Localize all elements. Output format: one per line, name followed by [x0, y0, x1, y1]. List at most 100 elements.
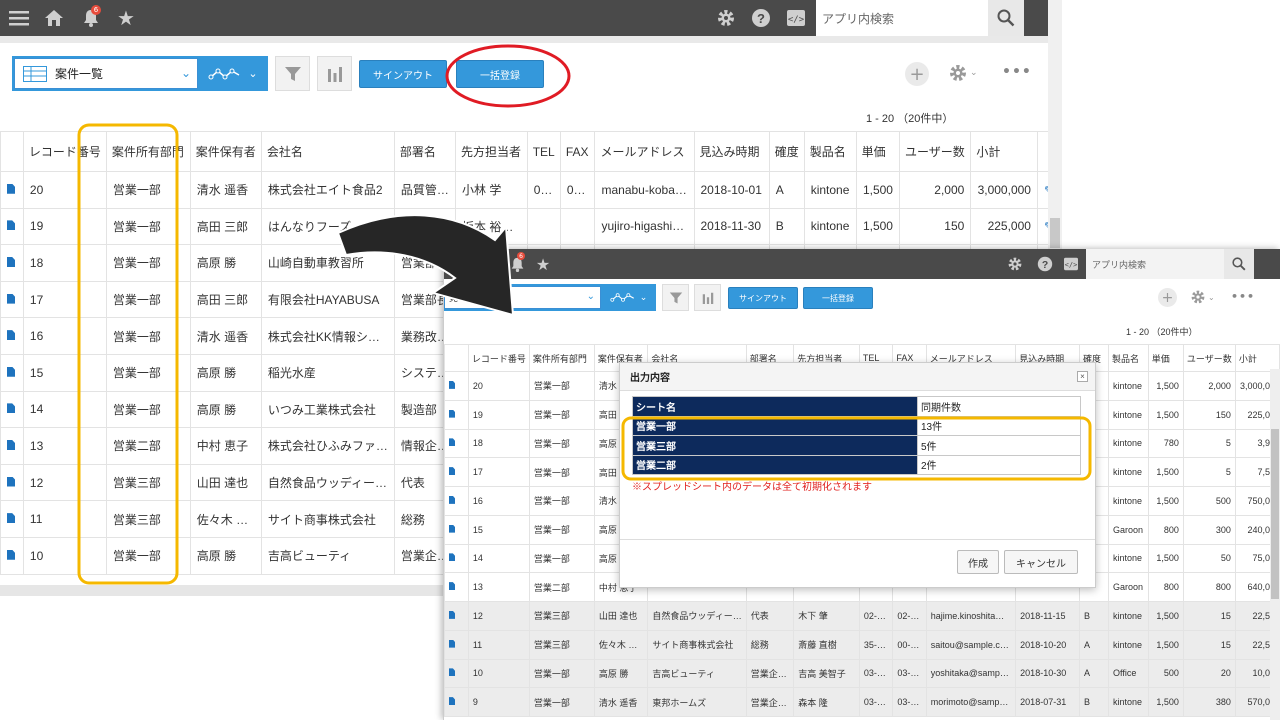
- record-detail-cell[interactable]: [0, 317, 24, 355]
- graph-button[interactable]: ⌄: [603, 286, 654, 309]
- settings-button[interactable]: ⌄: [1190, 289, 1215, 305]
- column-header[interactable]: 会社名: [260, 131, 395, 172]
- file-icon[interactable]: [449, 610, 455, 619]
- column-header[interactable]: TEL: [526, 131, 561, 172]
- search-icon[interactable]: [1224, 249, 1254, 279]
- file-icon[interactable]: [449, 409, 455, 418]
- file-icon[interactable]: [7, 220, 15, 231]
- file-icon[interactable]: [7, 293, 15, 304]
- record-detail-cell[interactable]: [444, 543, 469, 574]
- cancel-button[interactable]: キャンセル: [1004, 550, 1078, 574]
- search-icon[interactable]: [988, 0, 1024, 36]
- scrollbar-thumb[interactable]: [1271, 429, 1279, 599]
- close-icon[interactable]: ×: [1077, 371, 1088, 382]
- file-icon[interactable]: [449, 668, 455, 677]
- file-icon[interactable]: [449, 524, 455, 533]
- search-input[interactable]: アプリ内検索: [816, 0, 988, 36]
- column-header[interactable]: レコード番号: [467, 344, 530, 372]
- column-header[interactable]: 先方担当者: [455, 131, 528, 172]
- file-icon[interactable]: [449, 380, 455, 389]
- file-icon[interactable]: [7, 256, 15, 267]
- file-icon[interactable]: [7, 366, 15, 377]
- record-detail-cell[interactable]: [444, 371, 469, 401]
- column-header[interactable]: ユーザー数: [1182, 344, 1236, 372]
- add-record-button[interactable]: +: [1158, 288, 1177, 307]
- bulk-register-button[interactable]: 一括登録: [456, 60, 544, 88]
- column-header[interactable]: 確度: [768, 131, 805, 172]
- bell-icon[interactable]: 6: [506, 252, 528, 275]
- file-icon[interactable]: [449, 697, 455, 706]
- bell-icon[interactable]: 6: [80, 5, 102, 31]
- record-detail-cell[interactable]: [0, 390, 24, 429]
- help-icon[interactable]: ?: [1035, 254, 1055, 274]
- file-icon[interactable]: [449, 438, 455, 447]
- view-selector[interactable]: 覧 ⌄: [444, 286, 601, 309]
- help-icon[interactable]: ?: [749, 6, 773, 30]
- column-header[interactable]: 案件所有部門: [105, 131, 191, 172]
- file-icon[interactable]: [7, 549, 15, 560]
- column-header[interactable]: 製品名: [1108, 344, 1149, 372]
- filter-button[interactable]: [275, 56, 310, 91]
- table-row[interactable]: 10 営業一部 高原 勝吉高ビューティ 営業企… 吉高 美智子 03-… 03-… yoshi…: [444, 658, 1280, 689]
- column-header[interactable]: メールアドレス: [594, 131, 695, 172]
- column-header[interactable]: 小計: [1234, 344, 1280, 372]
- record-detail-cell[interactable]: [0, 244, 24, 282]
- filter-button[interactable]: [662, 284, 689, 311]
- table-row[interactable]: 12 営業三部 山田 達也 自然食品ウッディー… 代表 木下 肇 02-… 02-… hajim…: [444, 601, 1280, 631]
- record-detail-cell[interactable]: [444, 658, 469, 689]
- home-icon[interactable]: [42, 6, 66, 30]
- code-icon[interactable]: </>: [785, 7, 807, 29]
- file-icon[interactable]: [7, 439, 15, 450]
- column-header[interactable]: 単価: [1147, 344, 1184, 372]
- chart-button[interactable]: [694, 284, 721, 311]
- more-options-icon[interactable]: •••: [1002, 64, 1032, 80]
- file-icon[interactable]: [7, 403, 15, 414]
- column-header[interactable]: 小計: [970, 131, 1038, 172]
- star-icon[interactable]: ★: [532, 253, 554, 275]
- signout-button[interactable]: サインアウト: [359, 60, 447, 88]
- column-header[interactable]: 製品名: [803, 131, 857, 172]
- gear-icon[interactable]: [714, 6, 738, 30]
- file-icon[interactable]: [449, 495, 455, 504]
- record-detail-cell[interactable]: [444, 486, 469, 516]
- graph-button[interactable]: ⌄: [200, 58, 266, 89]
- column-header[interactable]: 単価: [855, 131, 900, 172]
- signout-button[interactable]: サインアウト: [728, 287, 798, 309]
- star-icon[interactable]: ★: [114, 6, 138, 30]
- record-detail-cell[interactable]: [0, 207, 24, 246]
- add-record-button[interactable]: +: [905, 62, 929, 86]
- record-detail-cell[interactable]: [0, 171, 24, 209]
- bulk-register-button[interactable]: 一括登録: [803, 287, 873, 309]
- table-row[interactable]: 20 営業一部 清水 遥香 株式会社エイト食品2 品質管… 小林 学 0… 0… manabu-…: [0, 171, 1062, 209]
- table-row[interactable]: 9 営業一部 清水 遥香 東邦ホームズ 営業企… 森本 隆 03-… 03-… morimoto…: [444, 687, 1280, 717]
- table-row[interactable]: 11 営業三部 佐々木 … サイト商事株式会社 総務 斎藤 直樹 35-… 00-… saito…: [444, 629, 1280, 660]
- gear-icon[interactable]: [1005, 254, 1025, 274]
- record-detail-cell[interactable]: [444, 629, 469, 660]
- search-input[interactable]: アプリ内検索: [1086, 249, 1224, 279]
- record-detail-cell[interactable]: [0, 280, 24, 319]
- record-detail-cell[interactable]: [0, 427, 24, 465]
- record-detail-cell[interactable]: [0, 353, 24, 392]
- table-row[interactable]: 19 営業一部 高田 三郎 はんなりフーズ 坂本 裕… yujiro-higashi… 20…: [0, 207, 1062, 246]
- file-icon[interactable]: [449, 467, 455, 476]
- record-detail-cell[interactable]: [444, 457, 469, 487]
- vertical-scrollbar[interactable]: [1270, 369, 1280, 720]
- record-detail-cell[interactable]: [444, 601, 469, 631]
- file-icon[interactable]: [7, 476, 15, 487]
- column-header[interactable]: 部署名: [393, 131, 457, 172]
- file-icon[interactable]: [7, 183, 15, 194]
- column-header[interactable]: 案件保有者: [189, 131, 262, 172]
- record-detail-cell[interactable]: [0, 463, 24, 502]
- file-icon[interactable]: [7, 330, 15, 341]
- menu-icon[interactable]: [6, 6, 32, 30]
- scrollbar-thumb[interactable]: [1050, 218, 1060, 248]
- chart-button[interactable]: [317, 56, 352, 91]
- record-detail-cell[interactable]: [444, 514, 469, 545]
- record-detail-cell[interactable]: [444, 687, 469, 717]
- record-detail-cell[interactable]: [444, 428, 469, 459]
- view-selector[interactable]: 案件一覧 ⌄: [14, 58, 198, 89]
- column-header[interactable]: レコード番号: [22, 131, 107, 172]
- record-detail-cell[interactable]: [444, 399, 469, 430]
- column-header[interactable]: ユーザー数: [898, 131, 972, 172]
- create-button[interactable]: 作成: [957, 550, 999, 574]
